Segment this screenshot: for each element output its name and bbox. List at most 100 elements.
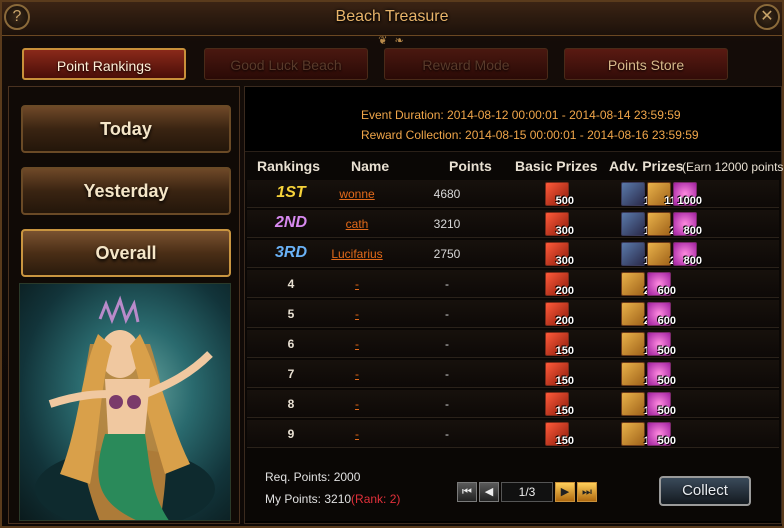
first-page-button[interactable]: ⏮ (457, 482, 477, 502)
adv-prize-amount: 500 (657, 405, 676, 417)
player-name-link: - (355, 367, 359, 381)
mermaid-illustration (19, 283, 231, 521)
adv-prize-amount: 800 (683, 255, 702, 267)
adv-prize-amount: 500 (657, 345, 676, 357)
header-earn-note: (Earn 12000 points (682, 160, 784, 174)
scroll-icon[interactable]: 2 (621, 302, 650, 327)
crystal-icon[interactable]: 500 (647, 362, 676, 387)
crystal-icon[interactable]: 500 (647, 332, 676, 357)
beach-treasure-window: ? Beach Treasure ✕ ❦ ❧ Point Rankings Go… (0, 0, 784, 528)
equipment-icon[interactable]: 1 (621, 182, 650, 207)
points-cell: - (445, 367, 449, 381)
header-basic-prizes: Basic Prizes (515, 158, 598, 174)
adv-prize-amount: 500 (657, 435, 676, 447)
tab-point-rankings[interactable]: Point Rankings (22, 48, 186, 80)
tab-reward-mode[interactable]: Reward Mode (384, 48, 548, 80)
player-name-link: - (355, 307, 359, 321)
treasure-chest-icon[interactable]: 200 (545, 302, 574, 327)
points-cell: - (445, 277, 449, 291)
points-cell: - (445, 337, 449, 351)
rankings-panel: Event Duration: 2014-08-12 00:00:01 - 20… (244, 86, 784, 524)
points-cell: 4680 (433, 187, 461, 201)
treasure-chest-icon[interactable]: 300 (545, 242, 574, 267)
prev-page-button[interactable]: ◀ (479, 482, 499, 502)
basic-prize-amount: 300 (555, 225, 574, 237)
last-page-icon: ⏭ (582, 486, 592, 498)
table-row: 2NDcath321030012800 (247, 210, 779, 238)
title-bar: ? Beach Treasure ✕ (2, 2, 782, 36)
crystal-icon[interactable]: 500 (647, 392, 676, 417)
required-points: Req. Points: 2000 (265, 470, 361, 484)
treasure-chest-icon[interactable]: 150 (545, 392, 574, 417)
scroll-icon[interactable]: 1 (621, 392, 650, 417)
crystal-icon[interactable]: 800 (673, 242, 702, 267)
next-page-button[interactable]: ▶ (555, 482, 575, 502)
my-points: My Points: 3210(Rank: 2) (265, 492, 400, 506)
treasure-chest-icon[interactable]: 500 (545, 182, 574, 207)
header-points: Points (449, 158, 492, 174)
tab-bar: Point Rankings Good Luck Beach Reward Mo… (22, 48, 732, 80)
basic-prize-amount: 200 (555, 315, 574, 327)
table-row: 6--1501500 (247, 330, 779, 358)
close-button[interactable]: ✕ (754, 4, 780, 30)
points-cell: 3210 (433, 217, 461, 231)
basic-prize-amount: 150 (555, 435, 574, 447)
treasure-chest-icon[interactable]: 150 (545, 362, 574, 387)
player-name-link[interactable]: Lucifarius (317, 247, 397, 261)
today-button[interactable]: Today (21, 105, 231, 153)
crystal-icon[interactable]: 1000 (673, 182, 702, 207)
treasure-chest-icon[interactable]: 200 (545, 272, 574, 297)
event-info: Event Duration: 2014-08-12 00:00:01 - 20… (361, 105, 699, 145)
overall-button[interactable]: Overall (21, 229, 231, 277)
basic-prize-amount: 150 (555, 405, 574, 417)
basic-prize-amount: 200 (555, 285, 574, 297)
crystal-icon[interactable]: 500 (647, 422, 676, 447)
table-header: Rankings Name Points Basic Prizes Adv. P… (245, 156, 784, 178)
crystal-icon[interactable]: 600 (647, 272, 676, 297)
rankings-table: Rankings Name Points Basic Prizes Adv. P… (245, 151, 784, 521)
basic-prize-amount: 150 (555, 345, 574, 357)
player-name-link: - (355, 337, 359, 351)
scroll-icon[interactable]: 2 (621, 272, 650, 297)
scroll-icon[interactable]: 1 (621, 362, 650, 387)
scroll-icon[interactable]: 2 (647, 212, 676, 237)
header-name: Name (351, 158, 390, 174)
yesterday-button[interactable]: Yesterday (21, 167, 231, 215)
window-title: Beach Treasure (335, 8, 449, 25)
equipment-icon[interactable]: 1 (621, 242, 650, 267)
basic-prize-amount: 300 (555, 255, 574, 267)
event-duration: Event Duration: 2014-08-12 00:00:01 - 20… (361, 108, 681, 122)
adv-prize-amount: 600 (657, 285, 676, 297)
equipment-icon[interactable]: 1 (621, 212, 650, 237)
left-panel: Today Yesterday Overall (8, 86, 240, 524)
tab-good-luck-beach[interactable]: Good Luck Beach (204, 48, 368, 80)
header-adv-prizes: Adv. Prizes (609, 158, 684, 174)
scroll-icon[interactable]: 1 (621, 422, 650, 447)
header-rankings: Rankings (257, 158, 321, 174)
collect-button[interactable]: Collect (659, 476, 751, 506)
player-name-link[interactable]: wonne (317, 187, 397, 201)
adv-prize-amount: 1000 (677, 195, 702, 207)
last-page-button[interactable]: ⏭ (577, 482, 597, 502)
crystal-icon[interactable]: 800 (673, 212, 702, 237)
treasure-chest-icon[interactable]: 150 (545, 422, 574, 447)
my-points-value: My Points: 3210 (265, 492, 352, 506)
reward-collection: Reward Collection: 2014-08-15 00:00:01 -… (361, 128, 699, 142)
crystal-icon[interactable]: 600 (647, 302, 676, 327)
scroll-icon[interactable]: 11 (647, 182, 676, 207)
treasure-chest-icon[interactable]: 300 (545, 212, 574, 237)
basic-prize-amount: 500 (555, 195, 574, 207)
points-cell: 2750 (433, 247, 461, 261)
title-ornament: ❦ ❧ (378, 35, 406, 47)
scroll-icon[interactable]: 1 (621, 332, 650, 357)
points-cell: - (445, 307, 449, 321)
treasure-chest-icon[interactable]: 150 (545, 332, 574, 357)
table-row: 8--1501500 (247, 390, 779, 418)
player-name-link: - (355, 277, 359, 291)
basic-prize-amount: 150 (555, 375, 574, 387)
table-row: 5--2002600 (247, 300, 779, 328)
first-page-icon: ⏮ (462, 486, 472, 498)
tab-points-store[interactable]: Points Store (564, 48, 728, 80)
scroll-icon[interactable]: 2 (647, 242, 676, 267)
player-name-link[interactable]: cath (317, 217, 397, 231)
